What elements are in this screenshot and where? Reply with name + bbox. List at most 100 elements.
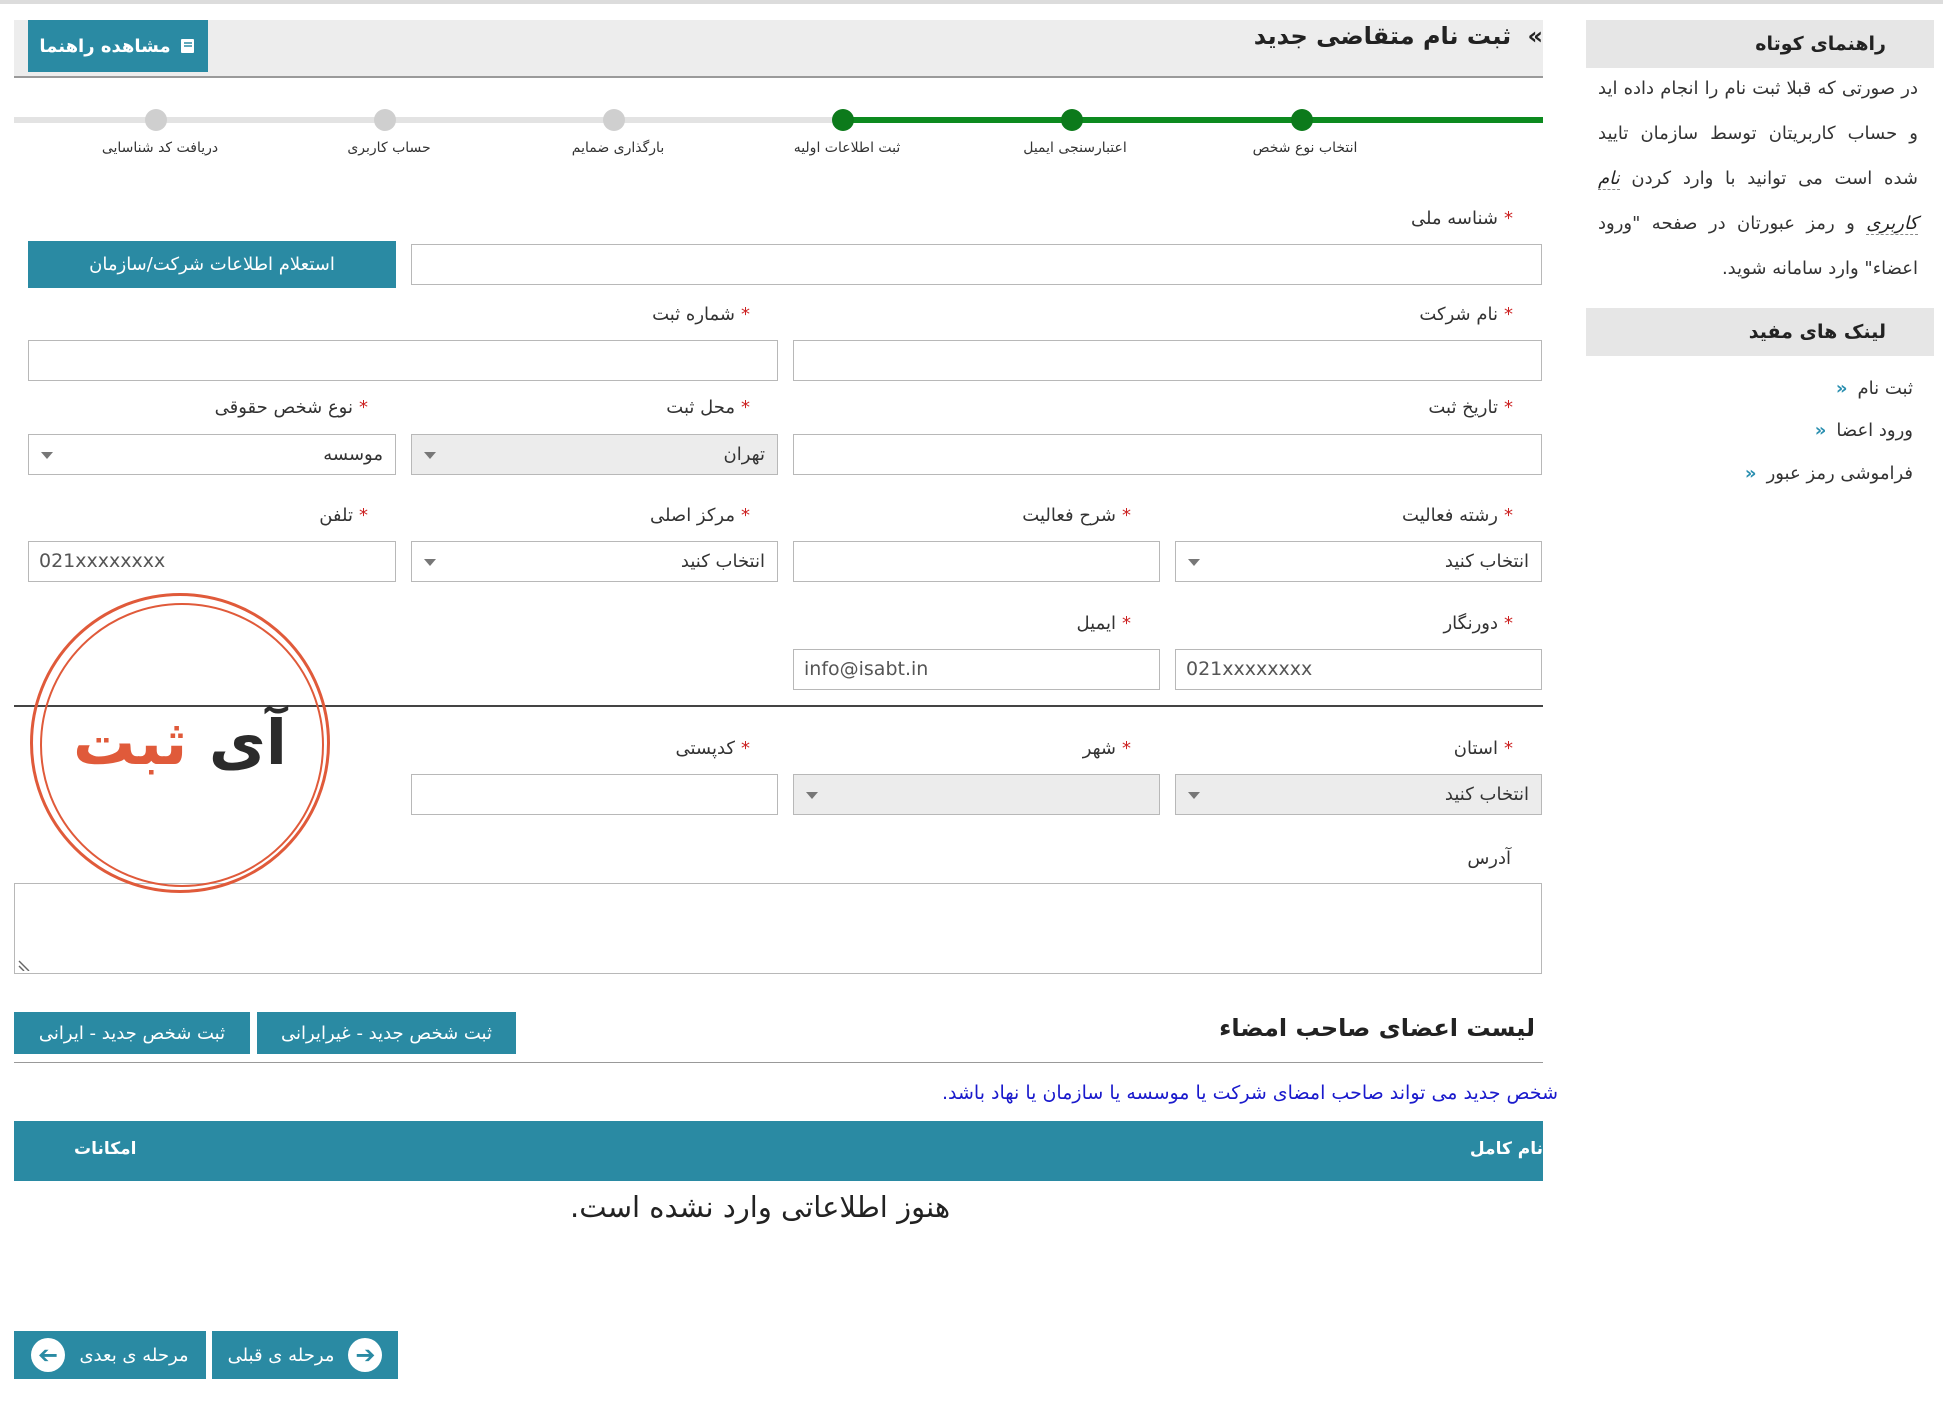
add-foreign-person-button[interactable]: ثبت شخص جدید - غیرایرانی [257, 1012, 516, 1054]
table-empty-message: هنوز اطلاعاتی وارد نشده است. [570, 1190, 951, 1224]
label-text: نام شرکت [1419, 304, 1498, 325]
city-select[interactable] [793, 774, 1160, 815]
column-full-name: نام کامل [1469, 1139, 1543, 1159]
main-center-value: انتخاب کنید [680, 551, 765, 572]
fax-input[interactable]: 021xxxxxxxx [1175, 649, 1542, 690]
reg-place-select[interactable]: تهران [411, 434, 778, 475]
required-mark: * [359, 397, 368, 418]
ithabt-logo-stamp: آی ثبت [30, 593, 330, 893]
sidebar-link-forgot-password[interactable]: فراموشی رمز عبور « [1745, 463, 1913, 484]
page-title-text: ثبت نام متقاضی جدید [1253, 22, 1512, 50]
sidebar-links-header: لینک های مفید [1586, 308, 1934, 356]
activity-desc-input[interactable] [793, 541, 1160, 582]
dropdown-caret-icon [41, 452, 53, 459]
dropdown-caret-icon [806, 792, 818, 799]
page-title: » ثبت نام متقاضی جدید [1254, 22, 1543, 50]
dropdown-caret-icon [424, 559, 436, 566]
add-iranian-person-button[interactable]: ثبت شخص جدید - ایرانی [14, 1012, 250, 1054]
province-label: * استان [1454, 738, 1513, 759]
dropdown-caret-icon [1188, 559, 1200, 566]
entity-type-label: * نوع شخص حقوقی [215, 397, 368, 418]
required-mark: * [1504, 397, 1513, 418]
company-name-label: * نام شرکت [1419, 304, 1513, 325]
province-select[interactable]: انتخاب کنید [1175, 774, 1542, 815]
entity-type-value: موسسه [323, 444, 383, 465]
signers-divider [14, 1062, 1543, 1063]
label-text: دورنگار [1443, 613, 1498, 634]
label-text: شرح فعالیت [1022, 505, 1116, 526]
label-text: محل ثبت [666, 397, 735, 418]
fax-label: * دورنگار [1443, 613, 1513, 634]
double-chevron-icon: « [1744, 463, 1757, 484]
label-text: مرکز اصلی [649, 505, 735, 526]
reg-number-input[interactable] [28, 340, 778, 381]
resize-handle-icon[interactable] [17, 955, 33, 971]
stepper-progress [842, 117, 1543, 123]
label-text: رشته فعالیت [1402, 505, 1498, 526]
required-mark: * [1504, 505, 1513, 526]
inquiry-button[interactable]: استعلام اطلاعات شرکت/سازمان [28, 241, 396, 288]
step-dot-5 [374, 109, 396, 131]
required-mark: * [741, 397, 750, 418]
sidebar-link-label: فراموشی رمز عبور [1766, 463, 1913, 484]
phone-input[interactable]: 021xxxxxxxx [28, 541, 396, 582]
next-step-button[interactable]: مرحله ی بعدی ➔ [14, 1331, 206, 1379]
city-label: * شهر [1083, 738, 1131, 759]
label-text: ایمیل [1076, 613, 1116, 634]
main-center-label: * مرکز اصلی [650, 505, 750, 526]
phone-label: * تلفن [319, 505, 368, 526]
fax-placeholder: 021xxxxxxxx [1186, 658, 1313, 680]
inquiry-button-label: استعلام اطلاعات شرکت/سازمان [89, 254, 335, 275]
required-mark: * [1122, 505, 1131, 526]
required-mark: * [741, 738, 750, 759]
label-text: تاریخ ثبت [1428, 397, 1498, 418]
step-dot-6 [145, 109, 167, 131]
sidebar-link-label: ثبت نام [1857, 378, 1913, 399]
email-input[interactable]: info@isabt.in [793, 649, 1160, 690]
label-text: شهر [1082, 738, 1116, 759]
national-id-input[interactable] [411, 244, 1542, 285]
sidebar-guide-title: راهنمای کوتاه [1755, 33, 1886, 55]
signers-note: شخص جدید می تواند صاحب امضای شرکت یا موس… [941, 1082, 1558, 1104]
view-guide-button[interactable]: مشاهده راهنما [28, 20, 208, 72]
previous-step-label: مرحله ی قبلی [227, 1344, 335, 1366]
required-mark: * [741, 304, 750, 325]
label-text: کدپستی [675, 738, 735, 759]
step-label-2: اعتبارسنجی ایمیل [1023, 140, 1127, 156]
book-icon [180, 39, 194, 53]
stamp-word-1: آی [208, 706, 287, 779]
step-label-4: بارگذاری ضمایم [571, 140, 665, 156]
main-center-select[interactable]: انتخاب کنید [411, 541, 778, 582]
label-text: شناسه ملی [1410, 208, 1498, 229]
address-textarea[interactable] [14, 883, 1542, 974]
label-text: نوع شخص حقوقی [214, 397, 353, 418]
reg-number-label: * شماره ثبت [652, 304, 750, 325]
national-id-label: * شناسه ملی [1411, 208, 1513, 229]
activity-field-select[interactable]: انتخاب کنید [1175, 541, 1542, 582]
activity-field-value: انتخاب کنید [1444, 551, 1529, 572]
postal-code-input[interactable] [411, 774, 778, 815]
required-mark: * [1122, 613, 1131, 634]
dropdown-caret-icon [424, 452, 436, 459]
step-dot-4 [603, 109, 625, 131]
required-mark: * [741, 505, 750, 526]
reg-date-label: * تاریخ ثبت [1428, 397, 1513, 418]
column-actions: امکانات [74, 1139, 137, 1159]
guide-text-part1: در صورتی که قبلا ثبت نام را انجام داده ا… [1598, 78, 1918, 189]
previous-step-button[interactable]: ➔ مرحله ی قبلی [212, 1331, 398, 1379]
reg-date-input[interactable] [793, 434, 1542, 475]
entity-type-select[interactable]: موسسه [28, 434, 396, 475]
sidebar-link-login[interactable]: ورود اعضا « [1815, 420, 1913, 441]
dropdown-caret-icon [1188, 792, 1200, 799]
sidebar-guide-header: راهنمای کوتاه [1586, 20, 1934, 68]
double-chevron-icon: « [1835, 378, 1848, 399]
step-label-1: انتخاب نوع شخص [1252, 140, 1358, 156]
top-border [0, 0, 1943, 4]
sidebar-link-register[interactable]: ثبت نام « [1836, 378, 1913, 399]
stamp-text: آی ثبت [33, 706, 327, 779]
company-name-input[interactable] [793, 340, 1542, 381]
step-dot-3 [832, 109, 854, 131]
phone-placeholder: 021xxxxxxxx [39, 550, 166, 572]
step-dot-1 [1291, 109, 1313, 131]
step-dot-2 [1061, 109, 1083, 131]
